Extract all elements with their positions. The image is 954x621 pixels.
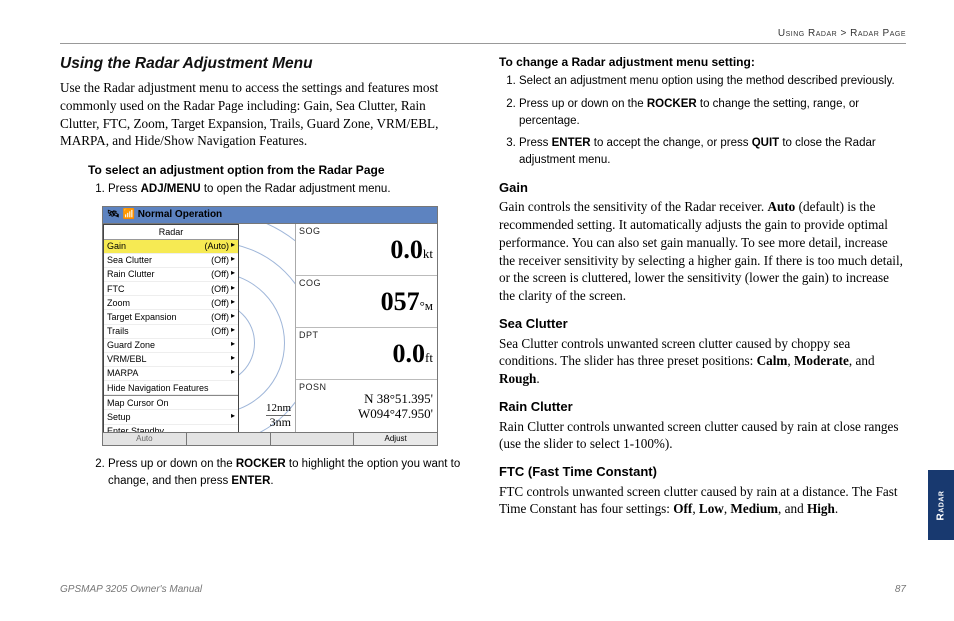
steps-select-cont: Press up or down on the ROCKER to highli… (88, 456, 467, 489)
data-cell-dpt: DPT0.0ft (296, 328, 437, 380)
fig-title-text: 🛰 📶 Normal Operation (107, 208, 222, 222)
menu-item: Setup▸ (104, 410, 238, 424)
footer-page-number: 87 (895, 584, 906, 595)
range-inner: 3nm (266, 415, 291, 429)
breadcrumb-sep: > (840, 28, 846, 39)
radar-menu: Radar Gain(Auto)▸Sea Clutter(Off)▸Rain C… (103, 224, 239, 432)
right-column: To change a Radar adjustment menu settin… (499, 54, 906, 526)
step-1: Press ADJ/MENU to open the Radar adjustm… (108, 181, 467, 198)
subheading-select: To select an adjustment option from the … (88, 162, 467, 178)
radar-menu-title: Radar (104, 225, 238, 240)
data-cell-cog: COG057°ᴍ (296, 276, 437, 328)
fig-titlebar: 🛰 📶 Normal Operation (103, 207, 437, 224)
softkey: Adjust (354, 432, 437, 446)
sea-heading: Sea Clutter (499, 315, 906, 333)
change-step-2: Press up or down on the ROCKER to change… (519, 96, 906, 129)
change-step-3: Press ENTER to accept the change, or pre… (519, 135, 906, 168)
radar-screenshot: 🛰 📶 Normal Operation Radar Gain(Auto)▸Se… (102, 206, 438, 446)
menu-item: Sea Clutter(Off)▸ (104, 254, 238, 268)
side-tab-radar: Radar (928, 470, 954, 540)
range-outer: 12nm (266, 402, 291, 414)
footer-manual: GPSMAP 3205 Owner's Manual (60, 584, 202, 595)
page-footer: GPSMAP 3205 Owner's Manual 87 (60, 584, 906, 595)
rain-heading: Rain Clutter (499, 398, 906, 416)
menu-item: Rain Clutter(Off)▸ (104, 268, 238, 282)
gain-heading: Gain (499, 179, 906, 197)
breadcrumb: Using Radar > Radar Page (60, 28, 906, 39)
menu-item: VRM/EBL▸ (104, 353, 238, 367)
menu-item: Enter Standby (104, 425, 238, 432)
menu-item: Map Cursor On (104, 396, 238, 410)
intro-paragraph: Use the Radar adjustment menu to access … (60, 79, 467, 150)
header-rule (60, 43, 906, 44)
sea-paragraph: Sea Clutter controls unwanted screen clu… (499, 335, 906, 388)
change-step-1: Select an adjustment menu option using t… (519, 73, 906, 90)
range-labels: 12nm 3nm (266, 402, 291, 429)
radar-display: Radar Gain(Auto)▸Sea Clutter(Off)▸Rain C… (103, 224, 296, 432)
gain-paragraph: Gain controls the sensitivity of the Rad… (499, 198, 906, 305)
section-heading: Using the Radar Adjustment Menu (60, 54, 467, 75)
fig-footer: Auto Adjust (103, 432, 437, 446)
menu-item: Hide Navigation Features (104, 381, 238, 395)
step-2: Press up or down on the ROCKER to highli… (108, 456, 467, 489)
steps-change: Select an adjustment menu option using t… (499, 73, 906, 168)
ftc-paragraph: FTC controls unwanted screen clutter cau… (499, 483, 906, 519)
menu-item: Guard Zone▸ (104, 339, 238, 353)
data-column: SOG0.0ktCOG057°ᴍDPT0.0ftPOSNN 38°51.395'… (296, 224, 437, 432)
menu-item: Zoom(Off)▸ (104, 296, 238, 310)
softkey: Auto (103, 432, 187, 446)
rain-paragraph: Rain Clutter controls unwanted screen cl… (499, 418, 906, 454)
menu-item: FTC(Off)▸ (104, 282, 238, 296)
menu-item: Trails(Off)▸ (104, 325, 238, 339)
softkey (187, 432, 271, 446)
left-column: Using the Radar Adjustment Menu Use the … (60, 54, 467, 526)
menu-item: Target Expansion(Off)▸ (104, 310, 238, 324)
data-cell-posn: POSNN 38°51.395'W094°47.950' (296, 380, 437, 431)
breadcrumb-section: Using Radar (778, 28, 837, 39)
breadcrumb-page: Radar Page (850, 28, 906, 39)
menu-item: MARPA▸ (104, 367, 238, 381)
menu-item: Gain(Auto)▸ (104, 240, 238, 254)
subheading-change: To change a Radar adjustment menu settin… (499, 54, 906, 70)
data-cell-sog: SOG0.0kt (296, 224, 437, 276)
ftc-heading: FTC (Fast Time Constant) (499, 463, 906, 481)
steps-select: Press ADJ/MENU to open the Radar adjustm… (88, 181, 467, 198)
softkey (271, 432, 355, 446)
